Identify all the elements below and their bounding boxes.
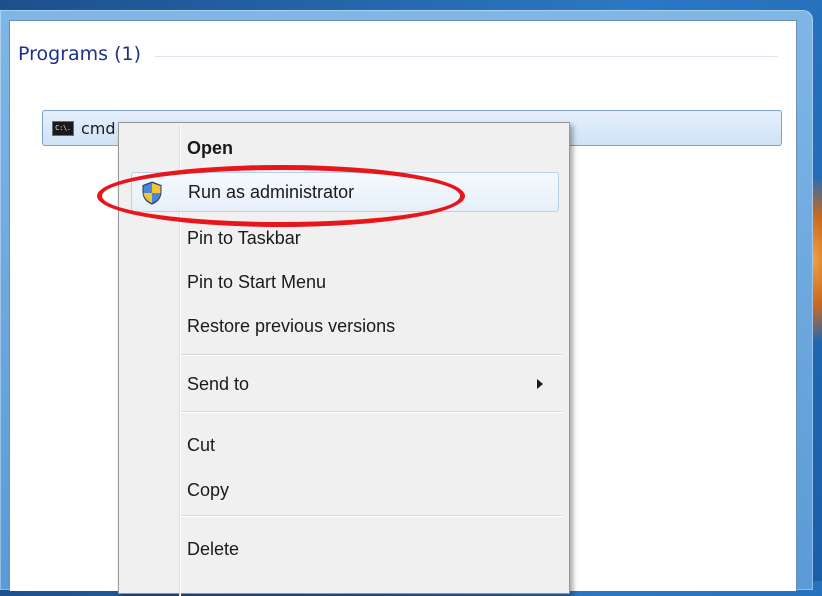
menu-item-delete[interactable]: Delete — [121, 529, 565, 569]
menu-separator — [182, 411, 562, 413]
menu-item-label: Send to — [187, 373, 250, 394]
menu-item-label: Run as administrator — [188, 181, 355, 202]
menu-item-copy[interactable]: Copy — [121, 470, 565, 510]
submenu-arrow-icon — [537, 379, 543, 389]
programs-section-header: Programs (1) — [18, 40, 778, 68]
menu-item-restore-previous-versions[interactable]: Restore previous versions — [121, 306, 565, 346]
menu-item-label: Pin to Taskbar — [187, 227, 301, 248]
menu-separator — [182, 354, 562, 356]
menu-item-label: Cut — [187, 434, 216, 455]
console-icon-text: C:\. — [55, 123, 71, 132]
menu-item-label: Pin to Start Menu — [187, 271, 327, 292]
console-window-icon: C:\. — [52, 120, 74, 136]
menu-item-open[interactable]: Open — [121, 128, 565, 168]
menu-item-pin-to-start-menu[interactable]: Pin to Start Menu — [121, 262, 565, 302]
menu-item-label: Open — [187, 137, 234, 158]
menu-item-label: Copy — [187, 479, 230, 500]
program-label: cmd — [81, 118, 116, 138]
context-menu: Open Run as administrator Pin to Taskbar… — [118, 122, 570, 596]
menu-separator — [182, 515, 562, 517]
section-divider — [155, 55, 778, 57]
menu-item-send-to[interactable]: Send to — [121, 364, 565, 404]
menu-item-label: Restore previous versions — [187, 315, 396, 336]
menu-item-pin-to-taskbar[interactable]: Pin to Taskbar — [121, 218, 565, 258]
menu-item-cut[interactable]: Cut — [121, 425, 565, 465]
section-title[interactable]: Programs (1) — [18, 43, 155, 65]
menu-item-label: Delete — [187, 538, 240, 559]
uac-shield-icon — [140, 181, 164, 205]
menu-item-run-as-administrator[interactable]: Run as administrator — [131, 172, 559, 212]
